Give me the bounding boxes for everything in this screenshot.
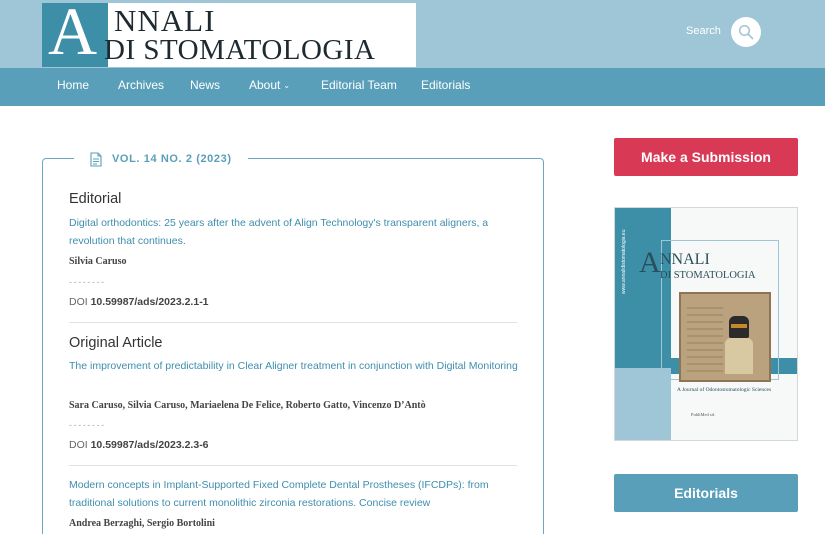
nav-item-about-label: About	[249, 78, 281, 92]
issue-title[interactable]: VOL. 14 NO. 2 (2023)	[112, 153, 232, 165]
article-doi: DOI 10.59987/ads/2023.2.3-6	[69, 439, 209, 451]
article-separator: --------	[69, 420, 106, 430]
cover-figure-headband	[731, 324, 747, 328]
logo-line-1: NNALI	[114, 3, 216, 38]
article-title-link[interactable]: Digital orthodontics: 25 years after the…	[69, 214, 519, 250]
nav-item-about[interactable]: About ⌄	[249, 78, 290, 92]
cover-hieroglyphs	[687, 302, 723, 372]
article-separator: --------	[69, 277, 106, 287]
article-title-link[interactable]: Modern concepts in Implant-Supported Fix…	[69, 476, 519, 512]
article-authors: Sara Caruso, Silvia Caruso, Mariaelena D…	[69, 400, 426, 411]
make-submission-button[interactable]: Make a Submission	[614, 138, 798, 176]
issue-heading: VOL. 14 NO. 2 (2023)	[74, 149, 248, 169]
doi-label: DOI	[69, 439, 88, 451]
section-title-original-article: Original Article	[69, 335, 163, 351]
article-divider	[69, 465, 517, 466]
cover-subtitle: A Journal of Odontostomatologic Sciences	[677, 387, 772, 393]
logo-letter: A	[48, 3, 98, 67]
article-title-link[interactable]: The improvement of predictability in Cle…	[69, 357, 519, 375]
article-authors: Silvia Caruso	[69, 256, 127, 267]
doi-link[interactable]: 10.59987/ads/2023.2.3-6	[91, 439, 209, 451]
doi-label: DOI	[69, 296, 88, 308]
document-icon	[90, 151, 102, 167]
cover-side-text: www.annalidistomatologia.eu	[621, 229, 627, 294]
cover-publisher: PubliMed srl.	[691, 412, 716, 417]
nav-item-home[interactable]: Home	[57, 78, 89, 92]
search-label[interactable]: Search	[686, 25, 721, 37]
site-logo[interactable]: A NNALI DI STOMATOLOGIA	[42, 3, 416, 67]
cover-figure-body	[725, 338, 753, 374]
nav-item-news[interactable]: News	[190, 78, 220, 92]
article-doi: DOI 10.59987/ads/2023.2.1-1	[69, 296, 209, 308]
nav-item-editorials[interactable]: Editorials	[421, 78, 470, 92]
main-navigation: Home Archives News About ⌄ Editorial Team…	[0, 68, 825, 106]
journal-cover-image[interactable]: A NNALI DI STOMATOLOGIA A Journal of Odo…	[614, 207, 798, 441]
editorials-button[interactable]: Editorials	[614, 474, 798, 512]
article-authors: Andrea Berzaghi, Sergio Bortolini	[69, 518, 215, 529]
chevron-down-icon: ⌄	[283, 81, 291, 90]
site-header: A NNALI DI STOMATOLOGIA Search	[0, 0, 825, 68]
cover-title-line-2: DI STOMATOLOGIA	[660, 270, 756, 281]
cover-title-line-1: NNALI	[660, 251, 710, 268]
article-divider	[69, 322, 517, 323]
section-title-editorial: Editorial	[69, 191, 122, 207]
cover-illustration	[679, 292, 771, 382]
search-button[interactable]	[731, 17, 761, 47]
search-icon	[738, 24, 754, 40]
nav-item-editorial-team[interactable]: Editorial Team	[321, 78, 397, 92]
nav-item-archives[interactable]: Archives	[118, 78, 164, 92]
doi-link[interactable]: 10.59987/ads/2023.2.1-1	[91, 296, 209, 308]
cover-logo-letter: A	[639, 246, 661, 279]
logo-line-2: DI STOMATOLOGIA	[104, 34, 376, 66]
